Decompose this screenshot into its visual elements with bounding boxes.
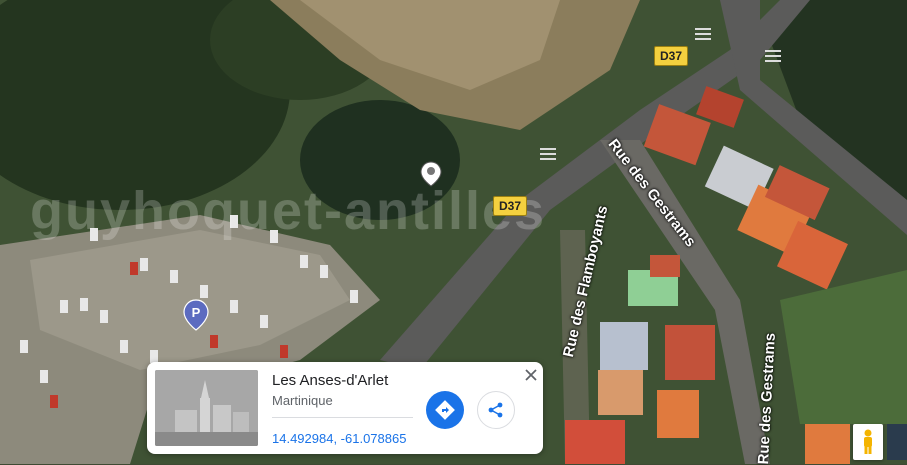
parking-marker-label: P (192, 305, 201, 320)
place-title: Les Anses-d'Arlet (272, 372, 389, 389)
directions-icon (435, 400, 455, 420)
share-button[interactable] (477, 391, 515, 429)
directions-button[interactable] (426, 391, 464, 429)
place-thumbnail[interactable] (155, 370, 258, 446)
share-icon (488, 402, 503, 418)
card-divider (272, 417, 413, 418)
place-coordinates[interactable]: 14.492984, -61.078865 (272, 431, 406, 446)
close-button[interactable] (521, 365, 541, 385)
watermark: guyhoquet-antilles (30, 181, 547, 241)
road-label-d37-middle: D37 (493, 196, 528, 216)
place-photo-icon (155, 370, 258, 446)
place-info-card[interactable]: Les Anses-d'Arlet Martinique 14.492984, … (147, 362, 543, 454)
close-icon (525, 369, 537, 381)
layer-toggle-thumbnail[interactable] (887, 424, 907, 460)
pegman-icon (864, 429, 872, 454)
road-label-d37-top: D37 (654, 46, 689, 66)
street-view-pegman[interactable] (853, 424, 883, 460)
place-subtitle: Martinique (272, 393, 333, 408)
